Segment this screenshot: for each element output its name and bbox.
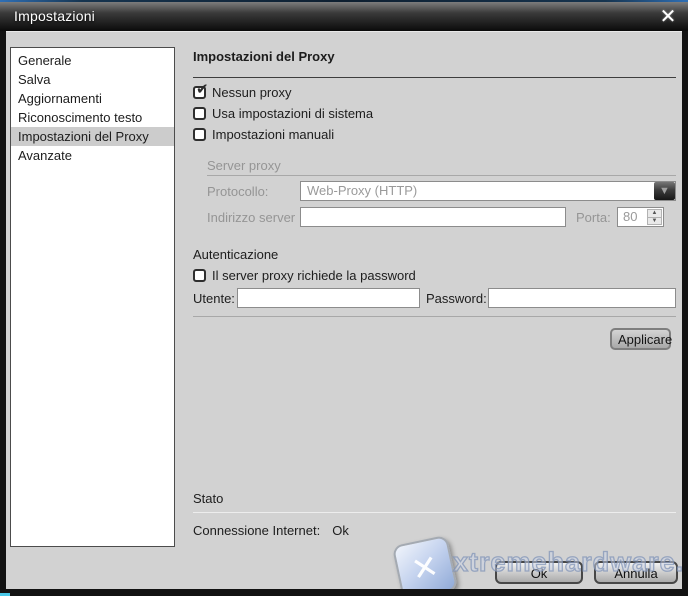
sidebar-item-salva[interactable]: Salva [11,70,174,89]
header-divider [193,77,676,78]
user-input[interactable] [237,288,420,308]
spinner-down-icon: ▼ [647,218,662,226]
auth-section-title: Autenticazione [193,247,278,262]
window-title: Impostazioni [14,2,95,31]
port-label: Porta: [576,210,611,225]
apply-button[interactable]: Applicare [610,328,671,350]
connection-label: Connessione Internet: [193,523,320,538]
protocol-label: Protocollo: [207,184,268,199]
status-section-title: Stato [193,491,223,506]
page-title: Impostazioni del Proxy [193,49,335,64]
dialog-content: Generale Salva Aggiornamenti Riconoscime… [6,31,682,589]
sidebar-item-riconoscimento-testo[interactable]: Riconoscimento testo [11,108,174,127]
ok-button[interactable]: Ok [495,561,583,584]
chevron-down-icon: ▼ [659,186,670,197]
status-divider [193,512,676,513]
checkbox-impostazioni-di-sistema [193,107,206,120]
option-label: Nessun proxy [212,85,291,100]
close-button[interactable]: ✕ [655,4,681,29]
sidebar-item-avanzate[interactable]: Avanzate [11,146,174,165]
option-nessun-proxy[interactable]: ✔ Nessun proxy [193,85,291,100]
option-label: Il server proxy richiede la password [212,268,416,283]
checkbox-nessun-proxy: ✔ [193,86,206,99]
check-icon: ✔ [196,82,209,97]
checkbox-require-password [193,269,206,282]
option-label: Usa impostazioni di sistema [212,106,373,121]
connection-status-row: Connessione Internet: Ok [193,523,349,538]
port-spinner: 80 ▲ ▼ [617,207,664,227]
settings-category-list: Generale Salva Aggiornamenti Riconoscime… [10,47,175,547]
dropdown-button: ▼ [654,182,675,200]
protocol-selected-value: Web-Proxy (HTTP) [307,182,417,200]
server-address-label: Indirizzo server [207,210,295,225]
user-label: Utente: [193,291,235,306]
sidebar-item-generale[interactable]: Generale [11,51,174,70]
option-label: Impostazioni manuali [212,127,334,142]
cancel-button[interactable]: Annulla [594,561,678,584]
password-label: Password: [426,291,487,306]
option-impostazioni-manuali[interactable]: Impostazioni manuali [193,127,334,142]
password-input[interactable] [488,288,676,308]
option-impostazioni-di-sistema[interactable]: Usa impostazioni di sistema [193,106,373,121]
sidebar-item-aggiornamenti[interactable]: Aggiornamenti [11,89,174,108]
spinner-up-icon: ▲ [647,209,662,218]
checkbox-impostazioni-manuali [193,128,206,141]
sidebar-item-impostazioni-del-proxy[interactable]: Impostazioni del Proxy [11,127,174,146]
server-proxy-divider [207,175,676,176]
titlebar: Impostazioni ✕ [0,2,688,31]
settings-window: Impostazioni ✕ Generale Salva Aggiorname… [0,0,688,596]
xtremehardware-logo: ✕ [392,535,458,589]
connection-status-value: Ok [332,523,349,538]
watermark-x-icon: ✕ [409,550,442,587]
port-value: 80 [623,208,637,226]
server-address-input [300,207,566,227]
auth-divider [193,316,676,317]
server-proxy-group-title: Server proxy [207,158,281,173]
spinner-buttons: ▲ ▼ [647,209,662,225]
protocol-dropdown: Web-Proxy (HTTP) ▼ [300,181,676,201]
close-icon: ✕ [660,7,677,27]
option-require-password[interactable]: Il server proxy richiede la password [193,268,416,283]
